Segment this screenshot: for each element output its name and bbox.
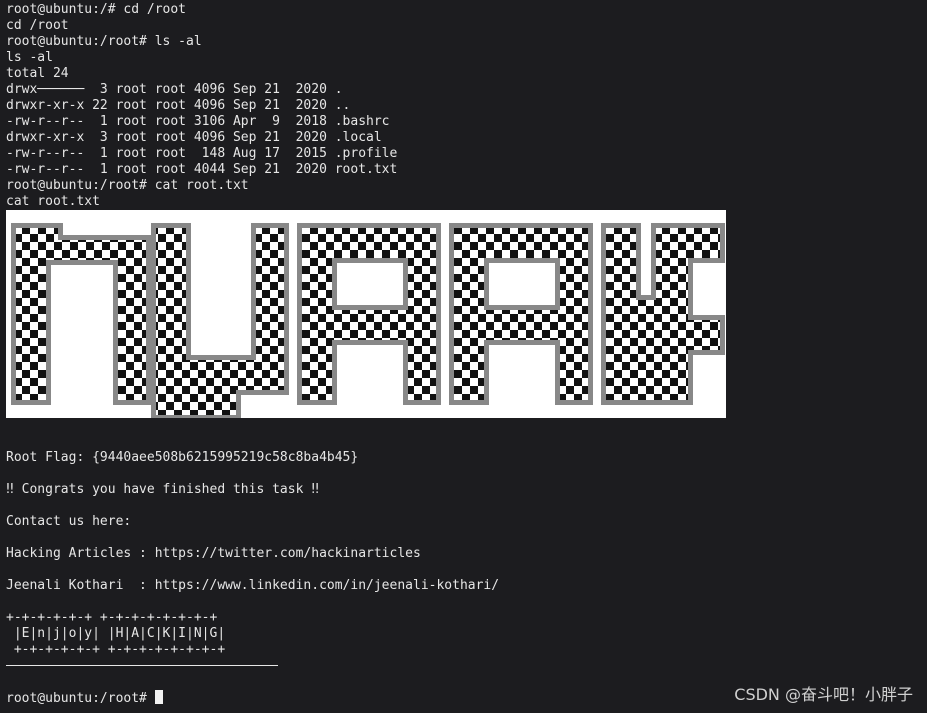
watermark: CSDN @奋斗吧！小胖子 xyxy=(734,685,913,704)
ascii-letter-fill xyxy=(454,228,588,400)
prompt-text: root@ubuntu:/root# xyxy=(6,691,155,706)
terminal-screen: { "terminal": { "lines_before_art": [ "r… xyxy=(0,0,927,713)
congrats-line: ‼ Congrats you have finished this task ‼ xyxy=(6,482,320,497)
terminal-line: -rw-r--r-- 1 root root 148 Aug 17 2015 .… xyxy=(6,146,398,161)
jeenali-line: Jeenali Kothari : https://www.linkedin.c… xyxy=(6,578,500,593)
terminal-line: -rw-r--r-- 1 root root 4044 Sep 21 2020 … xyxy=(6,162,398,177)
command-history: root@ubuntu:/# cd /root cd /root root@ub… xyxy=(6,2,921,210)
terminal-line: root@ubuntu:/root# cat root.txt xyxy=(6,178,249,193)
cursor xyxy=(154,690,163,704)
terminal-line: root@ubuntu:/# cd /root xyxy=(6,2,187,17)
terminal-line: -rw-r--r-- 1 root root 3106 Apr 9 2018 .… xyxy=(6,114,390,129)
terminal-line: ls -al xyxy=(6,50,53,65)
terminal-line: cd /root xyxy=(6,18,69,33)
terminal-output: root@ubuntu:/# cd /root cd /root root@ub… xyxy=(6,2,921,706)
separator-line xyxy=(6,658,921,674)
terminal-line: drwxr-xr-x 22 root root 4096 Sep 21 2020… xyxy=(6,98,351,113)
ascii-art-banner xyxy=(6,210,726,418)
ascii-letter-fill xyxy=(156,228,284,415)
ascii-letter-fill xyxy=(302,228,436,400)
terminal-line: drwxr-xr-x 3 root root 4096 Sep 21 2020 … xyxy=(6,130,382,145)
ascii-art-letters xyxy=(11,223,725,418)
hacking-articles-line: Hacking Articles : https://twitter.com/h… xyxy=(6,546,421,561)
enjoy-banner-line: |E|n|j|o|y| |H|A|C|K|I|N|G| xyxy=(6,626,226,641)
enjoy-banner-line: +-+-+-+-+-+ +-+-+-+-+-+-+-+ xyxy=(6,642,226,657)
contact-line: Contact us here: xyxy=(6,514,132,529)
terminal-line: total 24 xyxy=(6,66,69,81)
ascii-letter-fill xyxy=(606,228,720,400)
ascii-letter-fill xyxy=(16,228,146,400)
terminal-line: cat root.txt xyxy=(6,194,100,209)
enjoy-banner-line: +-+-+-+-+-+ +-+-+-+-+-+-+-+ xyxy=(6,610,218,625)
terminal-line: root@ubuntu:/root# ls -al xyxy=(6,34,202,49)
terminal-line: drwx────── 3 root root 4096 Sep 21 2020 … xyxy=(6,82,343,97)
root-flag-line: Root Flag: {9440aee508b6215995219c58c8ba… xyxy=(6,450,359,465)
